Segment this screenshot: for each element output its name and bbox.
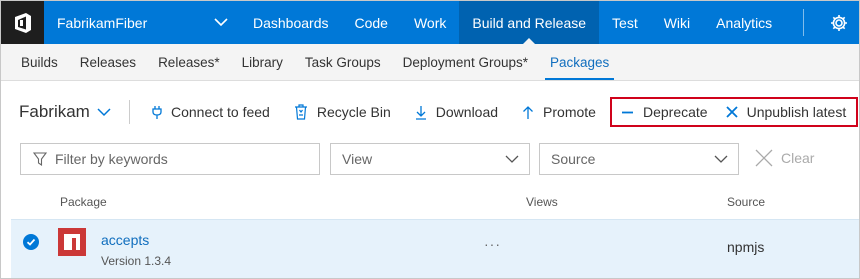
close-icon [725,106,738,118]
top-nav: Dashboards Code Work Build and Release T… [240,1,785,44]
subnav-releases[interactable]: Releases [69,44,147,80]
subnav-deployment-groups[interactable]: Deployment Groups* [392,44,539,80]
clear-filters-label: Clear [781,150,815,166]
download-icon [415,105,426,120]
table-row[interactable]: accepts Version 1.3.4 ··· npmjs [11,219,859,278]
chevron-down-icon [97,107,111,116]
gear-icon[interactable] [829,13,849,33]
recycle-bin-button[interactable]: Recycle Bin [282,97,403,127]
row-more-actions[interactable]: ··· [484,236,501,252]
toolbar-divider [129,100,130,124]
nav-work[interactable]: Work [401,1,459,44]
project-selector[interactable]: FabrikamFiber [44,1,240,44]
vsts-logo-icon [14,12,31,33]
nav-wiki[interactable]: Wiki [651,1,703,44]
highlighted-actions: Deprecate Unpublish latest [610,97,858,127]
feed-selector[interactable]: Fabrikam [1,102,129,122]
recycle-bin-label: Recycle Bin [316,104,391,120]
column-header-source[interactable]: Source [727,195,765,209]
plug-icon [152,105,162,119]
project-name: FabrikamFiber [57,14,148,31]
package-source: npmjs [727,239,765,255]
unpublish-latest-button[interactable]: Unpublish latest [717,97,856,127]
recycle-bin-icon [294,104,307,120]
view-dropdown[interactable]: View [330,143,530,175]
connect-to-feed-label: Connect to feed [171,104,270,120]
npm-package-icon [58,228,86,256]
column-header-views[interactable]: Views [526,195,558,209]
arrow-up-icon [523,105,534,119]
connect-to-feed-button[interactable]: Connect to feed [140,97,282,127]
nav-divider [803,9,804,36]
table-header: Package Views Source [1,191,859,215]
keyword-filter[interactable]: Filter by keywords [20,143,320,175]
source-dropdown[interactable]: Source [539,143,739,175]
chevron-down-icon [714,155,728,163]
subnav-packages[interactable]: Packages [539,44,620,80]
vsts-logo[interactable] [1,1,44,44]
deprecate-button[interactable]: Deprecate [612,97,717,127]
package-version: Version 1.3.4 [101,254,172,268]
subnav-builds[interactable]: Builds [10,44,69,80]
source-dropdown-label: Source [551,151,596,167]
selected-check-icon[interactable] [23,234,39,250]
app-window: FabrikamFiber Dashboards Code Work Build… [0,0,860,279]
promote-button[interactable]: Promote [510,97,608,127]
close-icon [755,149,773,167]
view-dropdown-label: View [342,151,373,167]
chevron-down-icon [505,155,519,163]
deprecate-label: Deprecate [643,104,708,120]
promote-label: Promote [543,104,596,120]
download-label: Download [435,104,499,120]
packages-toolbar: Fabrikam Connect to feed Recycle Bin Dow… [1,81,859,143]
subnav-releases-preview[interactable]: Releases* [147,44,231,80]
package-name-link[interactable]: accepts [101,232,149,248]
unpublish-latest-label: Unpublish latest [746,104,847,120]
nav-analytics[interactable]: Analytics [703,1,785,44]
filter-icon [33,152,47,166]
chevron-down-icon [214,18,228,27]
nav-build-and-release[interactable]: Build and Release [459,1,600,44]
top-bar: FabrikamFiber Dashboards Code Work Build… [1,1,859,44]
nav-dashboards[interactable]: Dashboards [240,1,342,44]
nav-code[interactable]: Code [342,1,401,44]
nav-test[interactable]: Test [599,1,651,44]
minus-icon [622,111,633,113]
keyword-filter-placeholder: Filter by keywords [55,151,168,167]
subnav-task-groups[interactable]: Task Groups [294,44,392,80]
filter-bar: Filter by keywords View Source Clear [1,143,859,177]
feed-name: Fabrikam [19,102,90,121]
column-header-package[interactable]: Package [60,195,107,209]
sub-nav: Builds Releases Releases* Library Task G… [1,44,859,81]
subnav-library[interactable]: Library [231,44,294,80]
clear-filters-button[interactable]: Clear [755,149,814,167]
download-button[interactable]: Download [403,97,510,127]
